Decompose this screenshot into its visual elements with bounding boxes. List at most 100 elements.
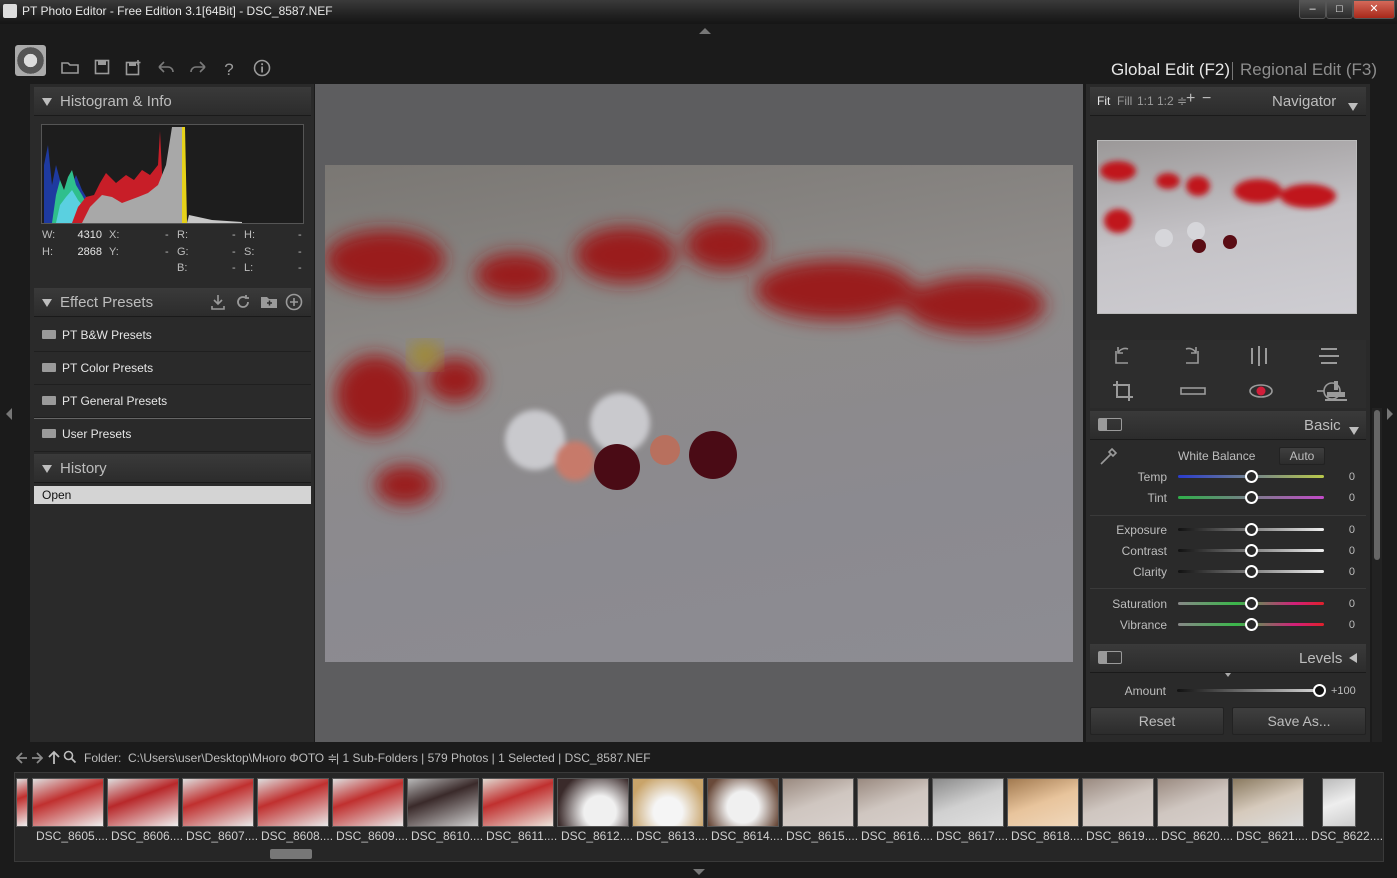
- temp-slider-handle[interactable]: [1245, 470, 1258, 483]
- right-panel-scrollbar[interactable]: [1372, 408, 1382, 742]
- basic-toggle[interactable]: [1098, 418, 1122, 431]
- refresh-icon[interactable]: [235, 294, 251, 314]
- preset-folder-general[interactable]: PT General Presets: [34, 385, 311, 418]
- add-preset-icon[interactable]: [285, 293, 303, 315]
- saturation-slider-handle[interactable]: [1245, 597, 1258, 610]
- save-icon[interactable]: [91, 59, 113, 81]
- filmstrip-thumbnail[interactable]: [857, 778, 929, 827]
- effect-presets-header[interactable]: Effect Presets: [34, 288, 311, 317]
- history-header[interactable]: History: [34, 454, 311, 483]
- up-arrow-icon[interactable]: [48, 750, 60, 769]
- zoom-1-1[interactable]: 1:1: [1137, 94, 1154, 108]
- tint-slider-handle[interactable]: [1245, 491, 1258, 504]
- filmstrip-thumbnail[interactable]: [1007, 778, 1079, 827]
- navigator-preview[interactable]: [1097, 140, 1357, 314]
- red-eye-icon[interactable]: [1248, 380, 1274, 407]
- amount-value: +100: [1331, 685, 1356, 697]
- filmstrip-thumbnail[interactable]: [32, 778, 104, 827]
- filmstrip-thumbnail[interactable]: [557, 778, 629, 827]
- filmstrip-thumbnail[interactable]: [1232, 778, 1304, 827]
- levels-toggle[interactable]: [1098, 651, 1122, 664]
- filmstrip-thumbnail[interactable]: [182, 778, 254, 827]
- main-photo[interactable]: [325, 165, 1073, 662]
- histogram-header[interactable]: Histogram & Info: [34, 87, 311, 116]
- levels-header[interactable]: Levels: [1090, 644, 1366, 673]
- scrollbar-thumb[interactable]: [1374, 410, 1380, 560]
- amount-slider-handle[interactable]: [1313, 684, 1326, 697]
- expand-levels-icon[interactable]: [1349, 653, 1357, 663]
- flip-horizontal-icon[interactable]: [1248, 345, 1270, 372]
- undo-icon[interactable]: [155, 59, 177, 81]
- filmstrip-thumbnail[interactable]: [707, 778, 779, 827]
- zoom-out-button[interactable]: −: [1202, 90, 1211, 108]
- zoom-fill[interactable]: Fill: [1117, 94, 1132, 108]
- filmstrip-label: DSC_8621....: [1236, 829, 1309, 843]
- straighten-icon[interactable]: [1180, 380, 1206, 407]
- exposure-slider-handle[interactable]: [1245, 523, 1258, 536]
- collapse-right-icon[interactable]: [1387, 408, 1393, 420]
- clarity-slider-handle[interactable]: [1245, 565, 1258, 578]
- reset-button[interactable]: Reset: [1090, 707, 1224, 735]
- folder-icon: [42, 429, 56, 439]
- save-as-button[interactable]: Save As...: [1232, 707, 1366, 735]
- filmstrip-thumbnail[interactable]: [332, 778, 404, 827]
- folder-path-select[interactable]: C:\Users\user\Desktop\Много ФОТО ≑: [128, 751, 337, 765]
- zoom-fit[interactable]: Fit: [1097, 94, 1110, 108]
- filmstrip-thumbnail[interactable]: [257, 778, 329, 827]
- search-icon[interactable]: [63, 750, 77, 769]
- filmstrip-thumbnail[interactable]: [1157, 778, 1229, 827]
- filmstrip-thumbnail[interactable]: [407, 778, 479, 827]
- b-label: B:: [177, 262, 188, 274]
- filmstrip-scrollbar-thumb[interactable]: [270, 849, 312, 859]
- tab-regional-edit[interactable]: Regional Edit (F3): [1240, 60, 1377, 80]
- auto-wb-button[interactable]: Auto: [1279, 447, 1325, 465]
- close-button[interactable]: ✕: [1353, 0, 1395, 19]
- forward-arrow-icon[interactable]: [31, 751, 44, 769]
- filmstrip-thumbnail[interactable]: [16, 778, 28, 827]
- collapse-top-icon[interactable]: [699, 28, 711, 34]
- rotate-left-icon[interactable]: [1112, 345, 1134, 372]
- amount-slider-track[interactable]: [1177, 689, 1323, 692]
- histogram-graph: [44, 127, 242, 223]
- import-preset-icon[interactable]: [210, 294, 226, 314]
- filmstrip-label: DSC_8606....: [111, 829, 184, 843]
- maximize-button[interactable]: □: [1326, 0, 1353, 19]
- zoom-in-button[interactable]: +: [1186, 90, 1195, 108]
- vibrance-slider-handle[interactable]: [1245, 618, 1258, 631]
- new-folder-icon[interactable]: [260, 295, 278, 313]
- save-as-icon[interactable]: [123, 59, 145, 81]
- folder-icon[interactable]: [59, 59, 81, 81]
- back-arrow-icon[interactable]: [15, 751, 28, 769]
- redo-icon[interactable]: [187, 59, 209, 81]
- info-icon[interactable]: [251, 59, 273, 81]
- contrast-slider-handle[interactable]: [1245, 544, 1258, 557]
- filmstrip-label: DSC_8622....: [1311, 829, 1384, 843]
- preset-folder-user[interactable]: User Presets: [34, 418, 311, 452]
- filmstrip-thumbnail[interactable]: [107, 778, 179, 827]
- photo-content: [325, 220, 1045, 505]
- filmstrip-thumbnail[interactable]: [782, 778, 854, 827]
- collapse-bottom-icon[interactable]: [693, 869, 705, 875]
- stamp-icon[interactable]: [1324, 380, 1348, 407]
- zoom-1-2[interactable]: 1:2 ≑: [1157, 94, 1187, 108]
- filmstrip-thumbnail[interactable]: [932, 778, 1004, 827]
- collapse-left-icon[interactable]: [6, 408, 12, 420]
- preset-folder-color[interactable]: PT Color Presets: [34, 352, 311, 385]
- minimize-button[interactable]: –: [1299, 0, 1326, 19]
- basic-header[interactable]: Basic: [1090, 411, 1366, 440]
- history-item[interactable]: Open: [34, 486, 311, 504]
- tab-global-edit[interactable]: Global Edit (F2): [1111, 60, 1230, 80]
- rotate-right-icon[interactable]: [1180, 345, 1202, 372]
- crop-icon[interactable]: [1112, 380, 1134, 407]
- preset-folder-bw[interactable]: PT B&W Presets: [34, 319, 311, 352]
- flip-vertical-icon[interactable]: [1318, 345, 1340, 372]
- filmstrip-thumbnail[interactable]: [1322, 778, 1356, 827]
- white-balance-label: White Balance: [1178, 449, 1256, 463]
- eyedropper-icon[interactable]: [1099, 446, 1119, 471]
- collapse-navigator-icon[interactable]: [1348, 98, 1366, 115]
- help-icon[interactable]: ?: [218, 59, 240, 81]
- filmstrip-thumbnail[interactable]: [632, 778, 704, 827]
- filmstrip-thumbnail[interactable]: [1082, 778, 1154, 827]
- filmstrip-label: DSC_8616....: [861, 829, 934, 843]
- filmstrip-thumbnail[interactable]: [482, 778, 554, 827]
